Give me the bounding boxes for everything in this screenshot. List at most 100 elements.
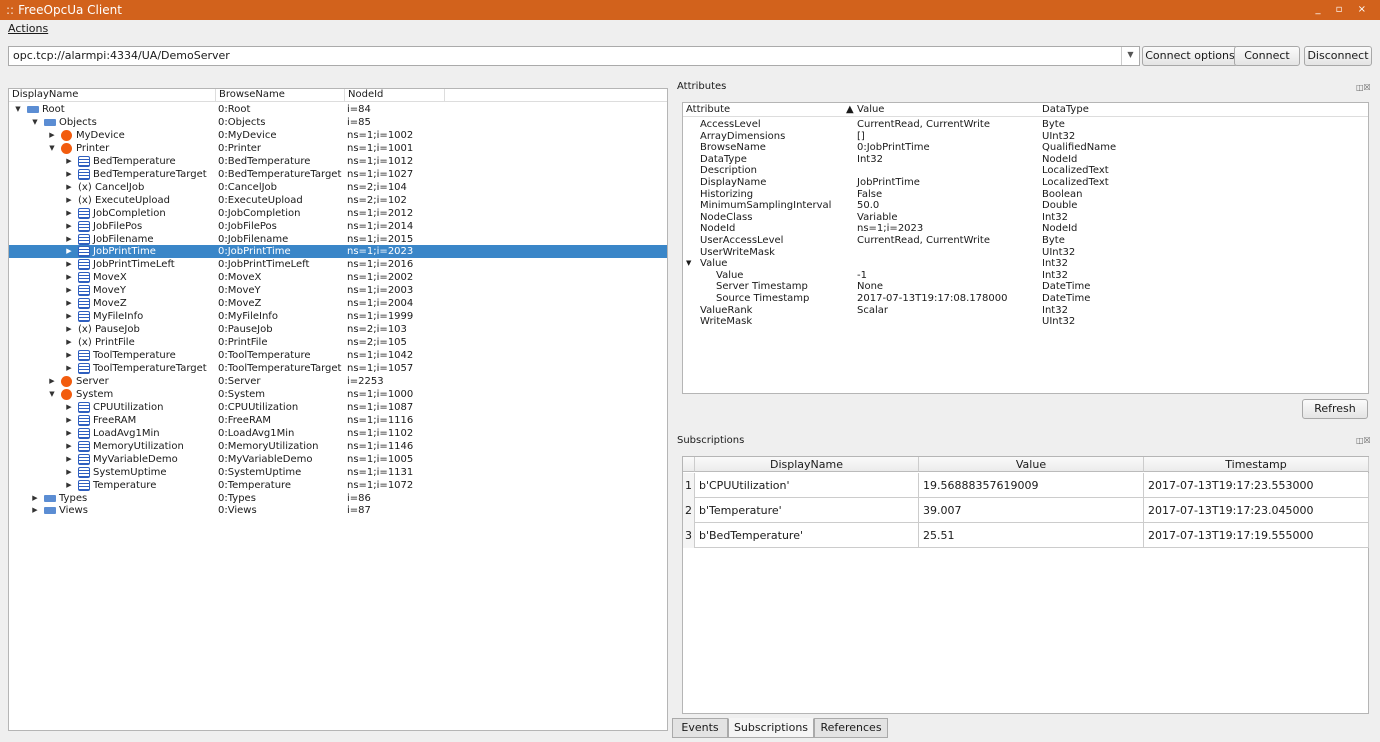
attribute-value[interactable]: ns=1;i=2023: [857, 223, 923, 235]
tab-events[interactable]: Events: [672, 718, 728, 738]
expand-arrow-icon[interactable]: ▶: [64, 401, 74, 414]
refresh-button[interactable]: Refresh: [1302, 399, 1368, 419]
app-menu-icon[interactable]: ::: [6, 3, 14, 17]
expand-arrow-icon[interactable]: ▶: [30, 492, 40, 505]
sub-header-value[interactable]: Value: [919, 457, 1144, 472]
tree-row[interactable]: ▶ (x) PrintFile 0:PrintFile ns=2;i=105: [9, 336, 667, 349]
tree-row[interactable]: ▶ Server 0:Server i=2253: [9, 375, 667, 388]
collapse-arrow-icon[interactable]: ▼: [47, 388, 57, 401]
expand-arrow-icon[interactable]: ▶: [64, 297, 74, 310]
tree-header-browsename[interactable]: BrowseName: [216, 89, 345, 101]
tree-row[interactable]: ▶ JobFilePos 0:JobFilePos ns=1;i=2014: [9, 220, 667, 233]
expand-arrow-icon[interactable]: ▶: [64, 233, 74, 246]
tree-row[interactable]: ▶ JobCompletion 0:JobCompletion ns=1;i=2012: [9, 207, 667, 220]
tree-row[interactable]: ▶ BedTemperatureTarget 0:BedTemperatureTar…: [9, 168, 667, 181]
attribute-value[interactable]: 0:JobPrintTime: [857, 142, 930, 154]
attribute-row[interactable]: NodeClass Variable Int32: [683, 212, 1368, 224]
expand-arrow-icon[interactable]: ▶: [30, 504, 40, 517]
expand-arrow-icon[interactable]: ▶: [64, 258, 74, 271]
expand-arrow-icon[interactable]: ▶: [64, 284, 74, 297]
server-url-input[interactable]: opc.tcp://alarmpi:4334/UA/DemoServer: [8, 46, 1140, 66]
attribute-value[interactable]: 50.0: [857, 200, 879, 212]
tree-row[interactable]: ▶ Temperature 0:Temperature ns=1;i=1072: [9, 479, 667, 492]
attribute-row[interactable]: BrowseName 0:JobPrintTime QualifiedName: [683, 142, 1368, 154]
expand-arrow-icon[interactable]: ▶: [64, 220, 74, 233]
connect-button[interactable]: Connect: [1234, 46, 1300, 66]
sub-header-displayname[interactable]: DisplayName: [695, 457, 919, 472]
subscriptions-dock-icons[interactable]: ◫☒: [1356, 436, 1371, 445]
expand-arrow-icon[interactable]: ▶: [64, 466, 74, 479]
connect-options-button[interactable]: Connect options: [1142, 46, 1238, 66]
attribute-row[interactable]: NodeId ns=1;i=2023 NodeId: [683, 223, 1368, 235]
tree-row[interactable]: ▶ FreeRAM 0:FreeRAM ns=1;i=1116: [9, 414, 667, 427]
attr-header-datatype[interactable]: DataType: [1042, 103, 1089, 116]
expand-arrow-icon[interactable]: ▶: [47, 129, 57, 142]
subscription-row[interactable]: 3 b'BedTemperature' 25.51 2017-07-13T19:17:…: [683, 523, 1369, 548]
attribute-row[interactable]: AccessLevel CurrentRead, CurrentWrite Byte: [683, 119, 1368, 131]
attribute-row[interactable]: DataType Int32 NodeId: [683, 154, 1368, 166]
attribute-row[interactable]: ArrayDimensions [] UInt32: [683, 131, 1368, 143]
tree-row[interactable]: ▶ MoveY 0:MoveY ns=1;i=2003: [9, 284, 667, 297]
menu-actions[interactable]: Actions: [8, 22, 48, 35]
collapse-arrow-icon[interactable]: ▼: [47, 142, 57, 155]
expand-arrow-icon[interactable]: ▶: [64, 155, 74, 168]
tree-row[interactable]: ▶ MoveX 0:MoveX ns=1;i=2002: [9, 271, 667, 284]
attr-header-value[interactable]: Value: [857, 103, 884, 116]
expand-arrow-icon[interactable]: ▶: [47, 375, 57, 388]
subscriptions-table[interactable]: DisplayName Value Timestamp 1 b'CPUUtiliz…: [682, 456, 1369, 714]
attribute-row[interactable]: Historizing False Boolean: [683, 189, 1368, 201]
tree-row[interactable]: ▶ ToolTemperature 0:ToolTemperature ns=1;i=…: [9, 349, 667, 362]
sub-header-timestamp[interactable]: Timestamp: [1144, 457, 1369, 472]
collapse-arrow-icon[interactable]: ▼: [30, 116, 40, 129]
expand-arrow-icon[interactable]: ▶: [64, 310, 74, 323]
tree-row[interactable]: ▶ Views 0:Views i=87: [9, 504, 667, 517]
tab-subscriptions[interactable]: Subscriptions: [728, 718, 814, 738]
tree-row[interactable]: ▶ SystemUptime 0:SystemUptime ns=1;i=1131: [9, 466, 667, 479]
tree-row[interactable]: ▶ MyFileInfo 0:MyFileInfo ns=1;i=1999: [9, 310, 667, 323]
expand-arrow-icon[interactable]: ▶: [64, 453, 74, 466]
address-space-tree[interactable]: DisplayName BrowseName NodeId ▼ Root 0:Roo…: [8, 88, 668, 731]
expand-arrow-icon[interactable]: ▶: [64, 207, 74, 220]
tree-row[interactable]: ▶ (x) ExecuteUpload 0:ExecuteUpload ns=2;i=1…: [9, 194, 667, 207]
attribute-row[interactable]: UserAccessLevel CurrentRead, CurrentWrite…: [683, 235, 1368, 247]
attribute-row[interactable]: WriteMask UInt32: [683, 316, 1368, 328]
attribute-value[interactable]: None: [857, 281, 883, 293]
tab-references[interactable]: References: [814, 718, 888, 738]
attribute-value[interactable]: 2017-07-13T19:17:08.178000: [857, 293, 1008, 305]
url-dropdown-icon[interactable]: ▼: [1121, 47, 1139, 65]
tree-row[interactable]: ▼ System 0:System ns=1;i=1000: [9, 388, 667, 401]
tree-header-displayname[interactable]: DisplayName: [9, 89, 216, 101]
attributes-dock-icons[interactable]: ◫☒: [1356, 83, 1371, 92]
expand-arrow-icon[interactable]: ▶: [64, 440, 74, 453]
tree-row[interactable]: ▶ ToolTemperatureTarget 0:ToolTemperatureT…: [9, 362, 667, 375]
attribute-value[interactable]: JobPrintTime: [857, 177, 920, 189]
expand-arrow-icon[interactable]: ▶: [64, 479, 74, 492]
attribute-row[interactable]: ValueRank Scalar Int32: [683, 305, 1368, 317]
tree-row[interactable]: ▶ MemoryUtilization 0:MemoryUtilization ns=…: [9, 440, 667, 453]
window-controls[interactable]: _ ▫ ×: [1315, 0, 1372, 20]
expand-arrow-icon[interactable]: ▶: [64, 194, 74, 207]
tree-row[interactable]: ▶ JobPrintTime 0:JobPrintTime ns=1;i=2023: [9, 245, 667, 259]
attribute-value[interactable]: False: [857, 189, 882, 201]
tree-row[interactable]: ▶ MoveZ 0:MoveZ ns=1;i=2004: [9, 297, 667, 310]
tree-row[interactable]: ▶ MyDevice 0:MyDevice ns=1;i=1002: [9, 129, 667, 142]
expand-arrow-icon[interactable]: ▶: [64, 323, 74, 336]
tree-row[interactable]: ▶ JobFilename 0:JobFilename ns=1;i=2015: [9, 233, 667, 246]
disconnect-button[interactable]: Disconnect: [1304, 46, 1372, 66]
expand-arrow-icon[interactable]: ▶: [64, 181, 74, 194]
tree-row[interactable]: ▶ MyVariableDemo 0:MyVariableDemo ns=1;i=10…: [9, 453, 667, 466]
collapse-arrow-icon[interactable]: ▼: [13, 103, 23, 116]
expand-arrow-icon[interactable]: ▶: [64, 336, 74, 349]
attribute-value[interactable]: Int32: [857, 154, 883, 166]
attribute-value[interactable]: Scalar: [857, 305, 888, 317]
expand-arrow-icon[interactable]: ▶: [64, 245, 74, 258]
expand-arrow-icon[interactable]: ▶: [64, 362, 74, 375]
attribute-row[interactable]: ▼ Value Int32: [683, 258, 1368, 270]
attribute-value[interactable]: []: [857, 131, 865, 143]
attribute-row[interactable]: Source Timestamp 2017-07-13T19:17:08.1780…: [683, 293, 1368, 305]
attribute-row[interactable]: Server Timestamp None DateTime: [683, 281, 1368, 293]
attributes-table[interactable]: Attribute ▲ Value DataType AccessLevel Cu…: [682, 102, 1369, 394]
expand-arrow-icon[interactable]: ▶: [64, 414, 74, 427]
attribute-row[interactable]: Value -1 Int32: [683, 270, 1368, 282]
attribute-value[interactable]: CurrentRead, CurrentWrite: [857, 119, 990, 131]
